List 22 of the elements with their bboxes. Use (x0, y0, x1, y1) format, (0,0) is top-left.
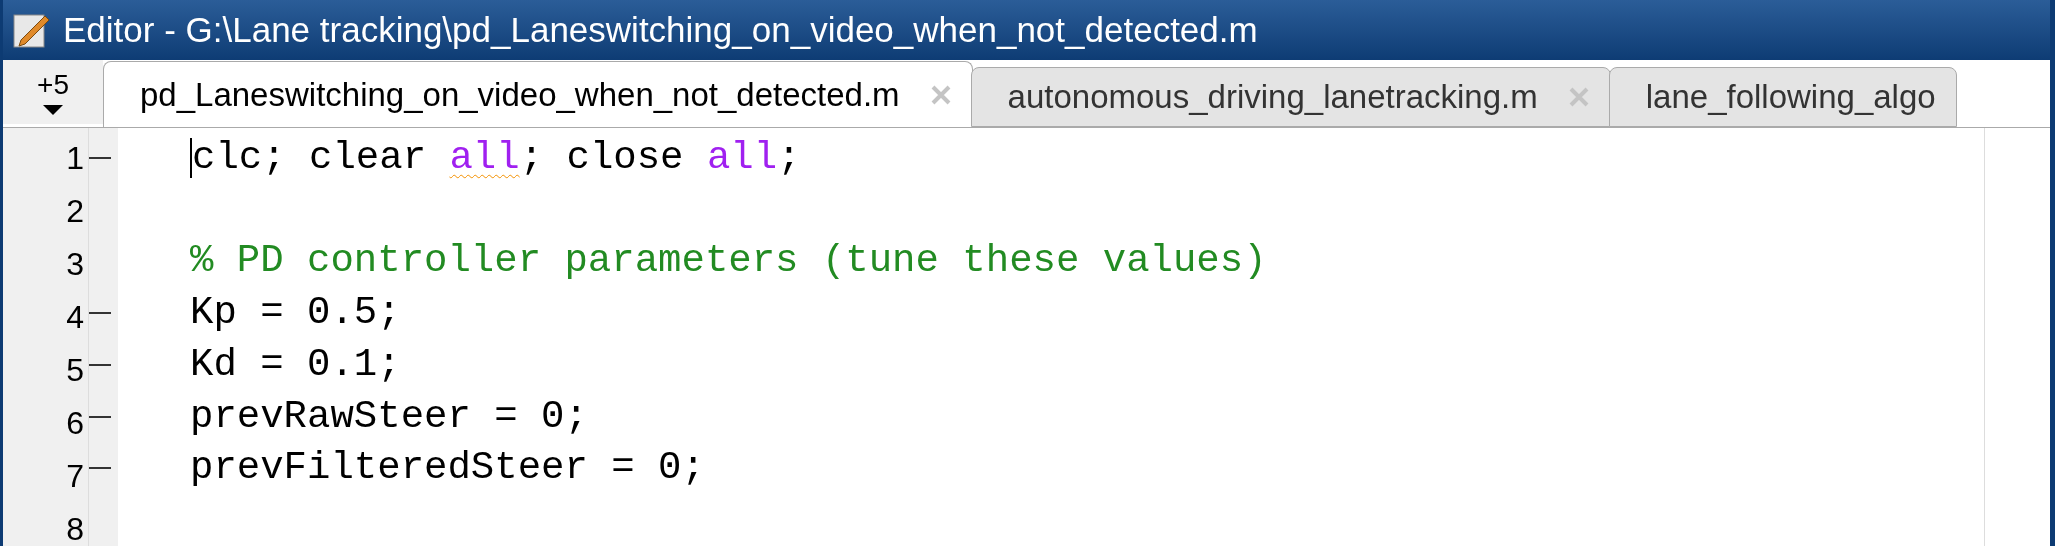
tab-overflow-button[interactable]: +5 (3, 60, 103, 124)
caret-icon (43, 105, 63, 115)
line-number: 6 (65, 404, 85, 443)
close-icon[interactable] (929, 83, 952, 106)
tab[interactable]: autonomous_driving_lanetracking.m (970, 67, 1611, 127)
line-number: 8 (65, 510, 85, 546)
code-line: prevFilteredSteer = 0; (190, 446, 705, 491)
code-line: % PD controller parameters (tune these values) (190, 239, 1267, 284)
line-number: 1 (65, 139, 85, 178)
line-number: 7 (65, 457, 85, 496)
line-number: 4 (65, 298, 85, 337)
code-line: Kd = 0.1; (190, 342, 401, 387)
line-number: 3 (65, 245, 85, 284)
line-number: 2 (65, 192, 85, 231)
code-line: Kp = 0.5; (190, 291, 401, 336)
window-title: Editor - G:\Lane tracking\pd_Laneswitching_on_video_when_not_detected.m (63, 10, 1258, 50)
code-line: clc; clear all; close all; (192, 135, 801, 180)
tab[interactable]: lane_following_algo (1608, 67, 1957, 127)
tab[interactable]: pd_Laneswitching_on_video_when_not_detected.m (103, 61, 973, 127)
code-line: prevRawSteer = 0; (190, 394, 588, 439)
line-number: 5 (65, 351, 85, 390)
close-icon[interactable] (1567, 86, 1590, 108)
